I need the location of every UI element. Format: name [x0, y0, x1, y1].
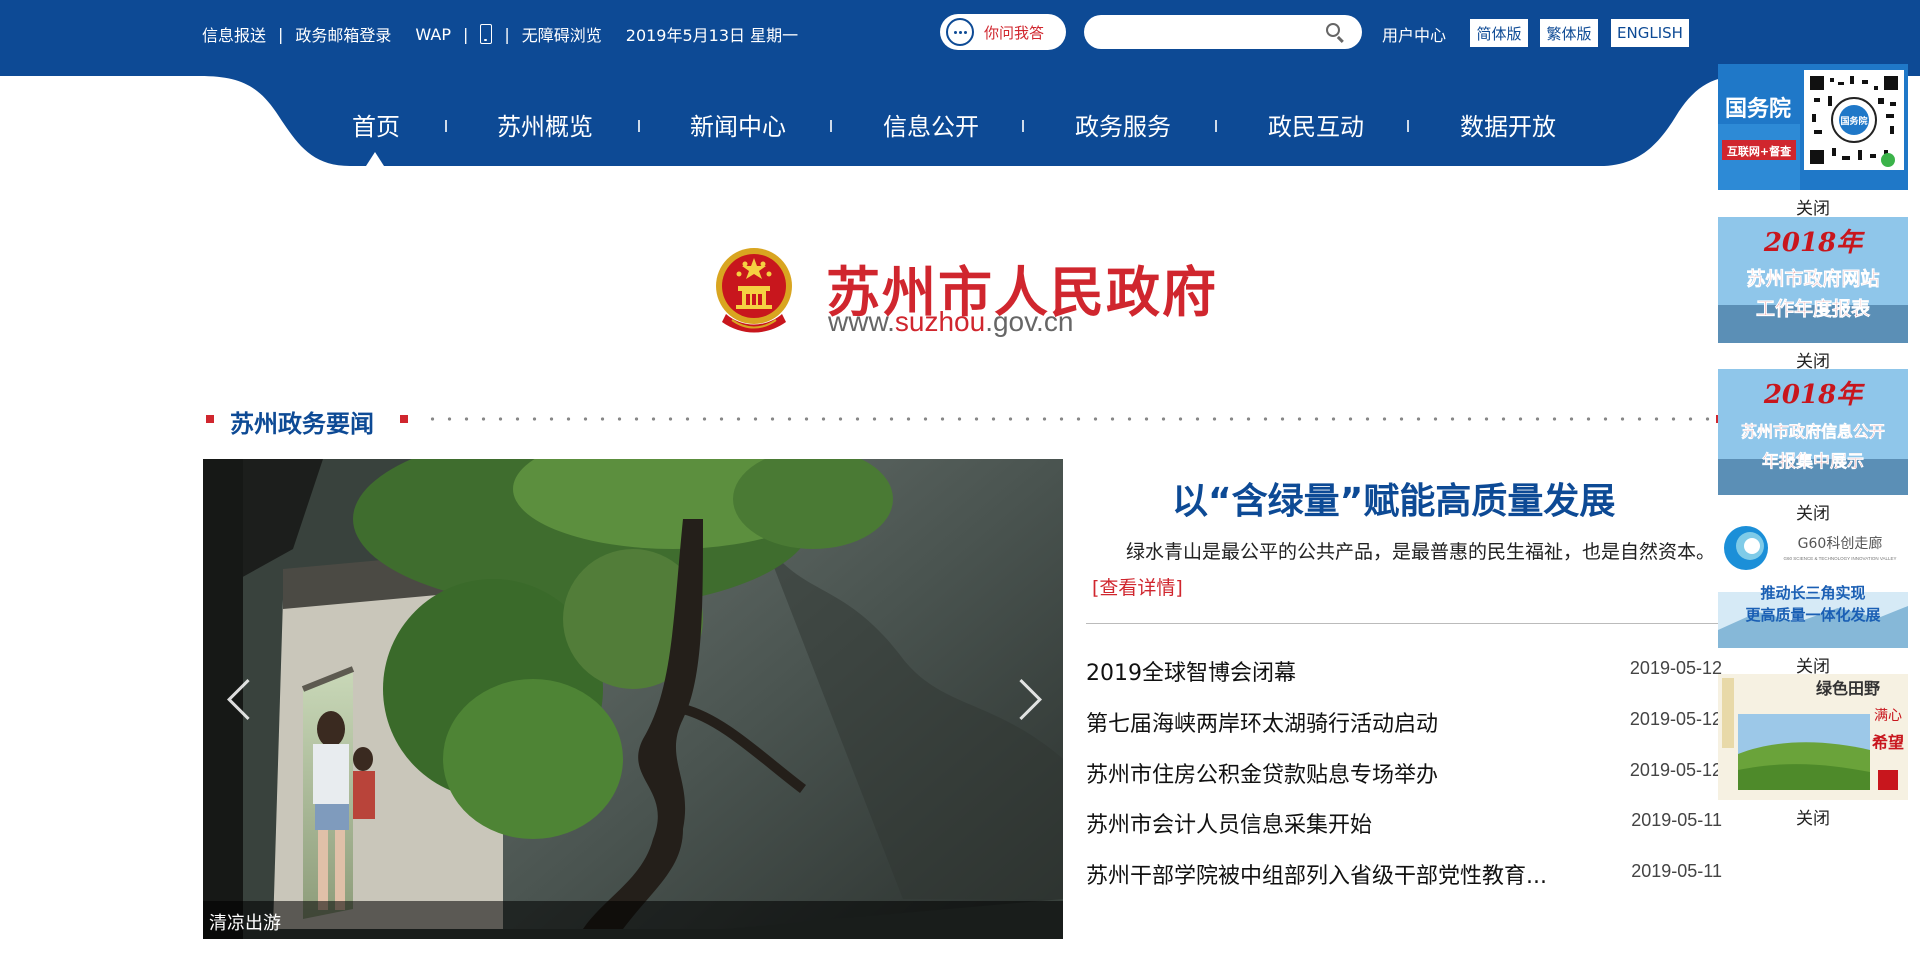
separator: | [278, 24, 284, 44]
news-item-date: 2019-05-12 [1629, 658, 1722, 678]
section-dotted-line [424, 417, 1714, 421]
headline-summary: 绿水青山是最公平的公共产品，是最普惠的民生福祉，也是自然资本。[查看详情] [1092, 541, 1716, 599]
ad-banner[interactable]: 绿色田野 满心 希望 [1718, 674, 1908, 800]
top-bar: 信息报送 | 政务邮箱登录 WAP | | 无障碍浏览 2019年5月13日 星… [0, 0, 1920, 76]
ad-state-council-supervision: 国务院 互联网+督查 国务院 关闭 [1718, 64, 1908, 219]
site-url: www.suzhou.gov.cn [828, 306, 1074, 337]
link-info-report[interactable]: 信息报送 [202, 22, 266, 46]
news-item-date: 2019-05-12 [1629, 760, 1722, 780]
ad-gov-website-annual-report: 2018年 苏州市政府网站 工作年度报表 关闭 [1718, 217, 1908, 372]
link-wap[interactable]: WAP [415, 25, 451, 44]
ad-banner[interactable]: 国务院 互联网+督查 国务院 [1718, 64, 1908, 190]
svg-text:满心: 满心 [1874, 708, 1902, 724]
ad-close-button[interactable]: 关闭 [1718, 499, 1908, 524]
site-logo[interactable]: 苏州市人民政府 www.suzhou.gov.cn [712, 240, 1216, 340]
carousel-prev-arrow-icon[interactable] [223, 675, 253, 725]
read-more-link[interactable]: [查看详情] [1092, 577, 1183, 599]
news-item[interactable]: 2019全球智博会闭幕 2019-05-12 [1086, 649, 1722, 689]
carousel-caption[interactable]: 清凉出游 [209, 909, 281, 935]
section-marker [400, 415, 408, 423]
search-input[interactable] [1098, 15, 1318, 49]
news-carousel[interactable]: 清凉出游 [203, 459, 1063, 939]
svg-text:苏州市政府网站: 苏州市政府网站 [1746, 267, 1879, 290]
ask-button-label: 你问我答 [984, 23, 1045, 42]
ad-close-button[interactable]: 关闭 [1718, 194, 1908, 219]
svg-text:2018年: 2018年 [1763, 228, 1865, 258]
svg-text:2018年: 2018年 [1763, 380, 1865, 410]
nav-separator [830, 120, 832, 132]
section-title[interactable]: 苏州政务要闻 [230, 404, 374, 439]
ad-green-fields: 绿色田野 满心 希望 关闭 [1718, 674, 1908, 829]
ad-close-button[interactable]: 关闭 [1718, 804, 1908, 829]
lang-traditional-button[interactable]: 繁体版 [1540, 19, 1598, 47]
headline-title[interactable]: 以“含绿量”赋能高质量发展 [1172, 472, 1615, 524]
svg-text:工作年度报表: 工作年度报表 [1756, 297, 1871, 320]
nav-active-indicator [366, 152, 384, 166]
lang-simplified-button[interactable]: 简体版 [1470, 19, 1528, 47]
main-nav: 首页 苏州概览 新闻中心 信息公开 政务服务 政民互动 数据开放 [0, 100, 1920, 148]
carousel-next-arrow-icon[interactable] [1013, 675, 1043, 725]
news-item-title[interactable]: 苏州市住房公积金贷款贴息专场举办 [1086, 757, 1438, 789]
search-box [1084, 15, 1362, 49]
svg-text:更高质量一体化发展: 更高质量一体化发展 [1745, 606, 1880, 624]
svg-text:希望: 希望 [1872, 733, 1904, 752]
news-item-date: 2019-05-11 [1631, 861, 1722, 881]
news-item[interactable]: 苏州市住房公积金贷款贴息专场举办 2019-05-12 [1086, 751, 1722, 791]
nav-interaction[interactable]: 政民互动 [1261, 100, 1371, 148]
ask-button[interactable]: 你问我答 [940, 14, 1066, 50]
section-marker [206, 415, 214, 423]
nav-suzhou-overview[interactable]: 苏州概览 [490, 100, 600, 148]
national-emblem-icon [716, 248, 792, 333]
ad-banner[interactable]: 2018年 苏州市政府信息公开 年报集中展示 [1718, 369, 1908, 495]
carousel-photo [203, 459, 1063, 939]
ad-g60-innovation-corridor: G60科创走廊 G60 SCIENCE & TECHNOLOGY INNOVAT… [1718, 522, 1908, 677]
ad-banner[interactable]: 2018年 苏州市政府网站 工作年度报表 [1718, 217, 1908, 343]
news-item-title[interactable]: 苏州市会计人员信息采集开始 [1086, 807, 1372, 839]
carousel-caption-bar: 清凉出游 [203, 901, 1063, 939]
nav-separator [1022, 120, 1024, 132]
svg-text:推动长三角实现: 推动长三角实现 [1760, 584, 1865, 602]
nav-separator [638, 120, 640, 132]
current-date: 2019年5月13日 星期一 [625, 26, 799, 45]
user-center-link[interactable]: 用户中心 [1382, 22, 1446, 46]
news-item[interactable]: 苏州市会计人员信息采集开始 2019-05-11 [1086, 801, 1722, 841]
nav-news-center[interactable]: 新闻中心 [683, 100, 793, 148]
news-item[interactable]: 苏州干部学院被中组部列入省级干部党性教育... 2019-05-11 [1086, 852, 1722, 892]
mobile-phone-icon[interactable] [480, 24, 493, 44]
link-accessibility[interactable]: 无障碍浏览 [522, 22, 602, 46]
search-icon[interactable] [1326, 23, 1340, 37]
svg-text:G60 SCIENCE & TECHNOLOGY INNOV: G60 SCIENCE & TECHNOLOGY INNOVATION VALL… [1783, 556, 1896, 561]
news-item-date: 2019-05-12 [1629, 709, 1722, 729]
lang-english-button[interactable]: ENGLISH [1611, 19, 1689, 47]
news-item-date: 2019-05-11 [1631, 810, 1722, 830]
ad-info-disclosure-annual-report: 2018年 苏州市政府信息公开 年报集中展示 关闭 [1718, 369, 1908, 524]
link-gov-mail-login[interactable]: 政务邮箱登录 [295, 22, 391, 46]
nav-gov-services[interactable]: 政务服务 [1068, 100, 1178, 148]
ad-banner[interactable]: G60科创走廊 G60 SCIENCE & TECHNOLOGY INNOVAT… [1718, 522, 1908, 648]
svg-text:绿色田野: 绿色田野 [1816, 679, 1880, 698]
news-item[interactable]: 第七届海峡两岸环太湖骑行活动启动 2019-05-12 [1086, 700, 1722, 740]
svg-text:G60科创走廊: G60科创走廊 [1798, 535, 1883, 552]
chat-bubble-icon [946, 18, 974, 46]
news-item-title[interactable]: 2019全球智博会闭幕 [1086, 655, 1296, 687]
nav-separator [1215, 120, 1217, 132]
svg-text:互联网+督查: 互联网+督查 [1727, 144, 1791, 158]
nav-separator [445, 120, 447, 132]
divider [1086, 623, 1722, 624]
svg-text:国务院: 国务院 [1725, 96, 1791, 122]
svg-text:苏州市政府信息公开: 苏州市政府信息公开 [1741, 422, 1885, 441]
nav-open-data[interactable]: 数据开放 [1453, 100, 1563, 148]
nav-separator [1407, 120, 1409, 132]
separator: | [504, 24, 510, 44]
nav-info-disclosure[interactable]: 信息公开 [876, 100, 986, 148]
nav-home[interactable]: 首页 [336, 100, 416, 148]
svg-text:国务院: 国务院 [1840, 115, 1867, 127]
section-header: 苏州政务要闻 [204, 398, 1724, 440]
news-item-title[interactable]: 苏州干部学院被中组部列入省级干部党性教育... [1086, 858, 1547, 890]
top-links: 信息报送 | 政务邮箱登录 WAP | | 无障碍浏览 2019年5月13日 星… [202, 22, 798, 46]
news-item-title[interactable]: 第七届海峡两岸环太湖骑行活动启动 [1086, 706, 1438, 738]
svg-text:年报集中展示: 年报集中展示 [1762, 451, 1864, 472]
separator: | [462, 24, 469, 44]
